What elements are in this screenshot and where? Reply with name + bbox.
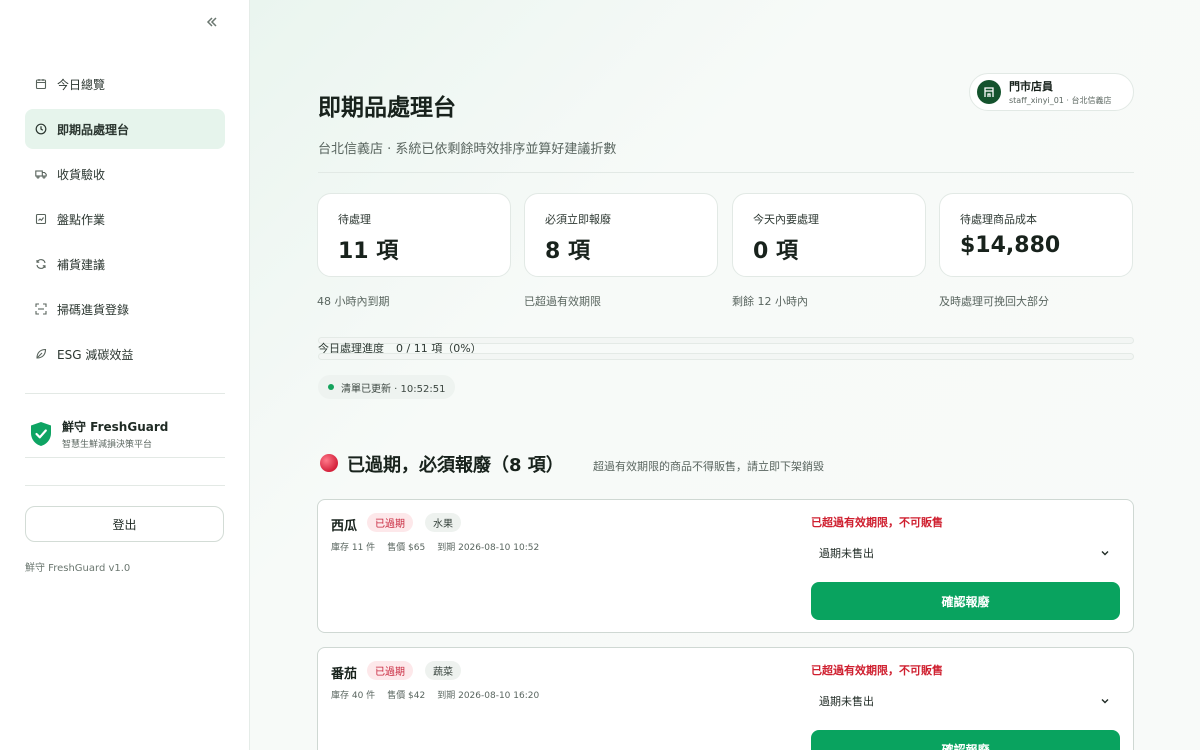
list-item: 西瓜 已過期 水果 庫存 11 件 售價 $65 到期 2026-08-10 10:…	[317, 499, 1134, 633]
update-status: 清單已更新 · 10:52:51	[318, 375, 456, 399]
confirm-discard-button[interactable]: 確認報廢	[811, 582, 1120, 620]
item-stock: 庫存 11 件	[331, 543, 376, 553]
reason-select-value: 過期未售出	[819, 695, 874, 708]
stat-value: 8 項	[545, 239, 590, 264]
status-badge: 已過期	[367, 661, 413, 680]
confirm-discard-button[interactable]: 確認報廢	[811, 730, 1120, 750]
sidebar-item-label: 掃碼進貨登錄	[57, 302, 130, 317]
sidebar-item-restock[interactable]: 補貨建議	[25, 244, 225, 284]
stat-card-pending: 待處理 11 項	[317, 193, 511, 277]
sidebar-item-label: 即期品處理台	[57, 122, 130, 137]
sidebar-nav: 今日總覽 即期品處理台 收貨驗收 盤點作業 補貨建議 掃碼進貨登錄 ESG 減碳…	[25, 64, 225, 379]
page-subtitle: 台北信義店 · 系統已依剩餘時效排序並算好建議折數	[318, 142, 617, 157]
sidebar: 今日總覽 即期品處理台 收貨驗收 盤點作業 補貨建議 掃碼進貨登錄 ESG 減碳…	[0, 0, 250, 750]
warning-text: 已超過有效期限，不可販售	[811, 516, 943, 529]
sidebar-divider	[25, 457, 225, 458]
sidebar-item-label: 盤點作業	[57, 212, 106, 227]
section-title: 已過期，必須報廢（8 項）	[347, 455, 564, 476]
stat-label: 待處理	[338, 213, 371, 226]
stat-value: $14,880	[960, 233, 1061, 258]
sidebar-item-label: 今日總覽	[57, 77, 106, 92]
page-title: 即期品處理台	[318, 95, 456, 121]
red-circle-icon	[320, 454, 338, 472]
leaf-icon	[35, 348, 47, 360]
item-name: 番茄	[331, 667, 358, 682]
item-expiry: 到期 2026-08-10 10:52	[437, 543, 540, 553]
item-meta: 庫存 40 件 售價 $42 到期 2026-08-10 16:20	[331, 688, 551, 701]
warning-text: 已超過有效期限，不可販售	[811, 664, 943, 677]
stat-card-today: 今天內要處理 0 項	[732, 193, 926, 277]
shield-logo-icon	[31, 422, 51, 446]
user-meta: staff_xinyi_01 · 台北信義店	[1009, 96, 1112, 105]
sidebar-item-expiry-desk[interactable]: 即期品處理台	[25, 109, 225, 149]
stat-value: 0 項	[753, 239, 798, 264]
brand: 鮮守 FreshGuard 智慧生鮮減損決策平台	[30, 418, 225, 450]
item-price: 售價 $65	[387, 543, 426, 553]
item-expiry: 到期 2026-08-10 16:20	[437, 691, 540, 701]
category-badge: 水果	[425, 513, 461, 532]
sidebar-item-esg[interactable]: ESG 減碳效益	[25, 334, 225, 374]
stat-note: 已超過有效期限	[524, 295, 601, 308]
store-icon	[977, 80, 1001, 104]
reason-select[interactable]: 過期未售出	[811, 537, 1120, 569]
reason-select-value: 過期未售出	[819, 547, 874, 560]
sidebar-item-stocktake[interactable]: 盤點作業	[25, 199, 225, 239]
list-item: 番茄 已過期 蔬菜 庫存 40 件 售價 $42 到期 2026-08-10 16:…	[317, 647, 1134, 750]
item-name: 西瓜	[331, 519, 358, 534]
sidebar-item-label: ESG 減碳效益	[57, 347, 134, 362]
clock-icon	[35, 123, 47, 135]
chevron-down-icon	[1101, 699, 1109, 704]
status-badge: 已過期	[367, 513, 413, 532]
stat-note: 及時處理可挽回大部分	[939, 295, 1049, 308]
item-price: 售價 $42	[387, 691, 426, 701]
stat-label: 必須立即報廢	[545, 213, 611, 226]
scan-icon	[35, 303, 47, 315]
logout-button[interactable]: 登出	[25, 506, 224, 542]
sidebar-item-overview[interactable]: 今日總覽	[25, 64, 225, 104]
calendar-icon	[35, 78, 47, 90]
refresh-icon	[35, 258, 47, 270]
item-meta: 庫存 11 件 售價 $65 到期 2026-08-10 10:52	[331, 540, 551, 553]
reason-select[interactable]: 過期未售出	[811, 685, 1120, 717]
sidebar-item-label: 收貨驗收	[57, 167, 106, 182]
item-stock: 庫存 40 件	[331, 691, 376, 701]
status-dot	[328, 384, 334, 390]
stat-card-cost: 待處理商品成本 $14,880	[939, 193, 1133, 277]
stat-note: 48 小時內到期	[317, 295, 390, 308]
section-description: 超過有效期限的商品不得販售，請立即下架銷毀	[593, 460, 824, 473]
brand-tagline: 智慧生鮮減損決策平台	[62, 440, 153, 450]
stat-label: 今天內要處理	[753, 213, 819, 226]
header-divider	[318, 172, 1134, 173]
version-label: 鮮守 FreshGuard v1.0	[25, 563, 131, 574]
sidebar-divider	[25, 485, 225, 486]
sidebar-item-receiving[interactable]: 收貨驗收	[25, 154, 225, 194]
stat-card-discard-now: 必須立即報廢 8 項	[524, 193, 718, 277]
progress-bar	[318, 353, 1134, 360]
main-content: 即期品處理台 台北信義店 · 系統已依剩餘時效排序並算好建議折數 門市店員 st…	[250, 0, 1200, 750]
user-chip[interactable]: 門市店員 staff_xinyi_01 · 台北信義店	[969, 73, 1134, 111]
user-role: 門市店員	[1009, 80, 1053, 93]
sidebar-item-scan-intake[interactable]: 掃碼進貨登錄	[25, 289, 225, 329]
truck-icon	[35, 168, 47, 180]
category-badge: 蔬菜	[425, 661, 461, 680]
sidebar-item-label: 補貨建議	[57, 257, 106, 272]
clipboard-icon	[35, 213, 47, 225]
double-chevron-left-icon[interactable]	[203, 14, 221, 34]
sidebar-divider	[25, 393, 225, 394]
chevron-down-icon	[1101, 551, 1109, 556]
stat-value: 11 項	[338, 239, 399, 264]
stat-note: 剩餘 12 小時內	[732, 295, 808, 308]
update-text: 清單已更新 · 10:52:51	[341, 383, 446, 395]
brand-name: 鮮守 FreshGuard	[62, 420, 169, 434]
stat-label: 待處理商品成本	[960, 213, 1037, 226]
